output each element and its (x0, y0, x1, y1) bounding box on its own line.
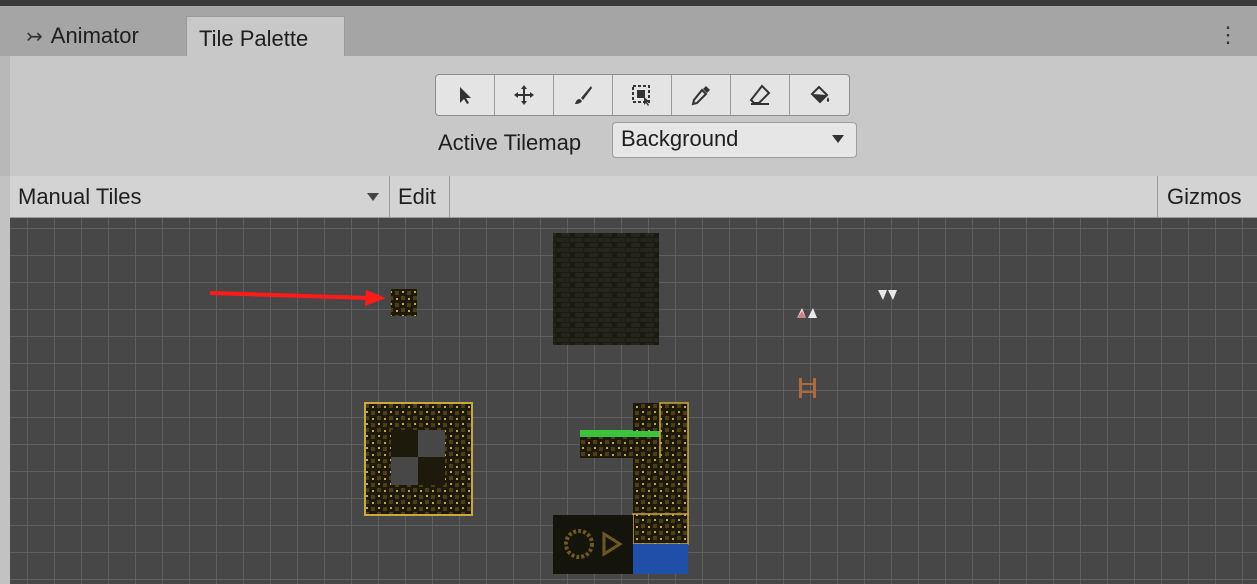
tab-tile-palette[interactable]: Tile Palette (186, 16, 345, 60)
box-select-icon (632, 85, 650, 106)
box-fill-tool-button[interactable] (613, 75, 672, 115)
kebab-menu-icon[interactable]: ⋮ (1217, 22, 1239, 48)
dropdown-caret-icon (832, 135, 844, 143)
tile-palette-window: ↣ Animator Tile Palette ⋮ Active Tilemap… (0, 0, 1257, 584)
fill-tool-button[interactable] (790, 75, 849, 115)
palette-dropdown[interactable]: Manual Tiles (10, 176, 390, 217)
dark-wall-tiles[interactable] (553, 233, 659, 345)
tile-palette-grid[interactable] (10, 218, 1257, 584)
annotation-arrow (209, 290, 386, 306)
tab-animator[interactable]: ↣ Animator (12, 16, 182, 56)
single-tile[interactable] (391, 289, 417, 316)
paint-tool-button[interactable] (554, 75, 613, 115)
erase-tool-button[interactable] (731, 75, 790, 115)
palette-toolbar: Manual Tiles Edit Gizmos (10, 176, 1257, 218)
tab-tile-palette-label: Tile Palette (199, 25, 309, 51)
spike-tiles[interactable] (797, 290, 897, 318)
picker-tool-button[interactable] (672, 75, 731, 115)
select-tool-button[interactable] (436, 75, 495, 115)
tool-area: Active Tilemap Background (0, 56, 1257, 176)
grass-platform-tiles[interactable] (580, 430, 660, 458)
brush-icon (575, 86, 592, 104)
move-icon (514, 85, 534, 105)
ladder-tile[interactable] (799, 378, 816, 398)
active-tilemap-label: Active Tilemap (438, 130, 582, 155)
eraser-icon (749, 84, 771, 105)
tab-bar: ↣ Animator Tile Palette ⋮ (0, 0, 1257, 60)
pipe-tiles[interactable] (632, 402, 689, 574)
eyedropper-icon (691, 86, 710, 106)
stone-frame-tiles[interactable] (364, 402, 473, 516)
move-tool-button[interactable] (495, 75, 554, 115)
animator-icon: ↣ (26, 25, 43, 48)
gizmos-button[interactable]: Gizmos (1157, 176, 1257, 217)
arrow-icon (460, 87, 471, 104)
dropdown-caret-icon (367, 193, 379, 201)
active-tilemap-value: Background (621, 126, 739, 151)
machine-tiles[interactable] (553, 515, 633, 574)
paint-bucket-icon (810, 85, 829, 104)
palette-tiles (209, 233, 897, 574)
edit-button[interactable]: Edit (390, 176, 450, 217)
tab-animator-label: Animator (50, 23, 139, 48)
palette-dropdown-value: Manual Tiles (18, 184, 142, 209)
active-tilemap-dropdown[interactable]: Background (612, 122, 857, 158)
tool-strip (435, 74, 850, 116)
